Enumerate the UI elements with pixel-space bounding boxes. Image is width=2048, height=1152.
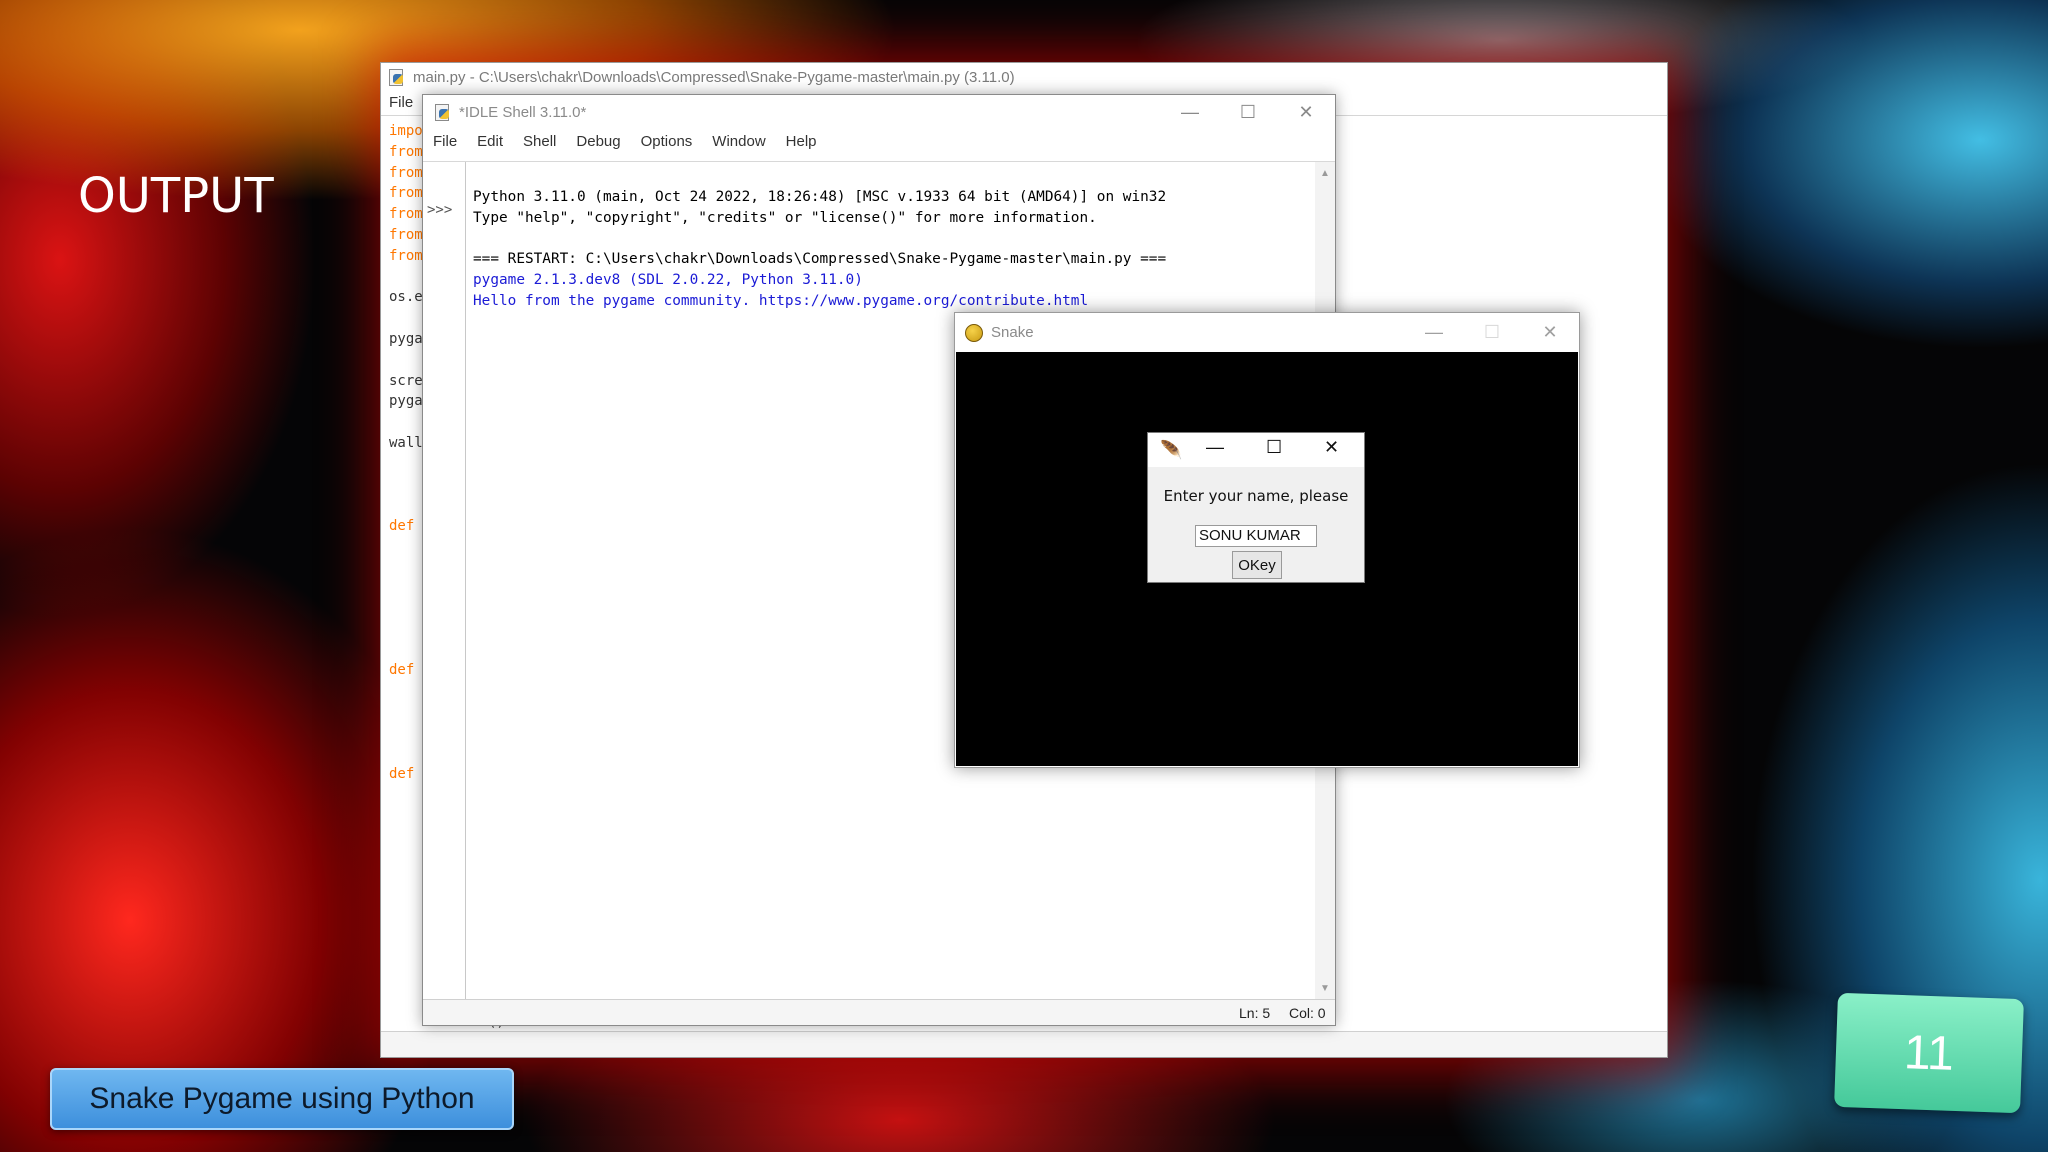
code-line: pyga [389, 393, 423, 410]
code-line: ​ [389, 495, 425, 516]
slide-heading: OUTPUT [78, 168, 274, 224]
scroll-up-icon[interactable]: ▲ [1315, 164, 1335, 182]
code-line: ​ [389, 454, 425, 475]
maximize-icon[interactable]: ☐ [1463, 313, 1521, 352]
code-line: ​ [389, 475, 425, 496]
footer-label: Snake Pygame using Python [50, 1068, 514, 1130]
editor-statusbar [381, 1031, 1667, 1057]
code-line: from [389, 143, 423, 160]
shell-statusbar: Ln: 5 Col: 0 [423, 999, 1335, 1025]
code-line: wall [389, 434, 423, 451]
python-file-icon [433, 103, 451, 121]
status-column: Col: 0 [1289, 1005, 1326, 1021]
maximize-icon[interactable]: ☐ [1219, 95, 1277, 129]
snake-title-text: Snake [991, 324, 1034, 341]
dialog-prompt-label: Enter your name, please [1163, 487, 1349, 505]
shell-line: Hello from the pygame community. https:/… [473, 292, 1089, 309]
code-line: impo [389, 123, 423, 139]
name-dialog: 🪶 — ☐ ✕ Enter your name, please SONU KUM… [1147, 432, 1365, 583]
python-file-icon [387, 68, 405, 86]
shell-menu-options[interactable]: Options [641, 133, 693, 150]
code-line: scre [389, 372, 423, 389]
shell-title-text: *IDLE Shell 3.11.0* [459, 103, 587, 121]
code-line: from [389, 206, 423, 223]
okey-button[interactable]: OKey [1232, 551, 1282, 579]
shell-prompt-gutter: >>> [423, 162, 466, 999]
scroll-down-icon[interactable]: ▼ [1315, 979, 1335, 997]
minimize-icon[interactable]: — [1206, 437, 1224, 458]
code-line: from [389, 226, 423, 243]
code-line: from [389, 247, 423, 264]
snake-window-controls: — ☐ ✕ [1405, 313, 1579, 347]
code-line: ​ [389, 412, 425, 433]
shell-menu-debug[interactable]: Debug [576, 133, 620, 150]
shell-line: Type "help", "copyright", "credits" or "… [473, 209, 1097, 226]
shell-line: Python 3.11.0 (main, Oct 24 2022, 18:26:… [473, 188, 1167, 205]
shell-window-controls: — ☐ ✕ [1161, 95, 1335, 129]
code-line: os.e [389, 289, 423, 306]
shell-menu-shell[interactable]: Shell [523, 133, 556, 150]
shell-prompt: >>> [427, 202, 453, 218]
maximize-icon[interactable]: ☐ [1266, 437, 1282, 458]
editor-menu-file[interactable]: File [389, 94, 413, 111]
dialog-titlebar[interactable]: 🪶 — ☐ ✕ [1148, 433, 1364, 467]
shell-menu-window[interactable]: Window [712, 133, 765, 150]
code-line: ​ [389, 267, 425, 288]
code-line: from [389, 164, 423, 181]
editor-titlebar: main.py - C:\Users\chakr\Downloads\Compr… [381, 63, 1667, 91]
shell-menu-file[interactable]: File [433, 133, 457, 150]
page-number: 11 [1834, 992, 2024, 1114]
code-line: pyga [389, 330, 423, 347]
shell-menubar: File Edit Shell Debug Options Window Hel… [423, 129, 1335, 153]
name-input[interactable]: SONU KUMAR [1195, 525, 1317, 547]
code-line: ​ [389, 350, 425, 371]
shell-line: pygame 2.1.3.dev8 (SDL 2.0.22, Python 3.… [473, 271, 863, 288]
status-line: Ln: 5 [1239, 1005, 1271, 1021]
close-icon[interactable]: ✕ [1324, 437, 1339, 458]
code-def-keyword: def [389, 766, 415, 782]
code-line: ​ [389, 308, 425, 329]
editor-title-text: main.py - C:\Users\chakr\Downloads\Compr… [413, 68, 1015, 86]
shell-menu-edit[interactable]: Edit [477, 133, 503, 150]
pygame-icon [965, 323, 983, 342]
shell-line: === RESTART: C:\Users\chakr\Downloads\Co… [473, 251, 1167, 268]
close-icon[interactable]: ✕ [1277, 95, 1335, 129]
feather-icon: 🪶 [1160, 440, 1183, 460]
shell-menu-help[interactable]: Help [786, 133, 817, 150]
minimize-icon[interactable]: — [1405, 313, 1463, 352]
code-def-keyword: def [389, 662, 415, 678]
minimize-icon[interactable]: — [1161, 95, 1219, 129]
editor-code-area[interactable]: impofromfromfromfromfromfrom​os.e​pyga​s… [389, 121, 425, 537]
shell-line: ​ [473, 228, 1307, 249]
shell-titlebar[interactable]: *IDLE Shell 3.11.0* — ☐ ✕ [423, 95, 1335, 129]
code-line: def [389, 518, 415, 535]
code-line: from [389, 185, 423, 202]
snake-titlebar[interactable]: Snake — ☐ ✕ [955, 313, 1579, 352]
close-icon[interactable]: ✕ [1521, 313, 1579, 352]
